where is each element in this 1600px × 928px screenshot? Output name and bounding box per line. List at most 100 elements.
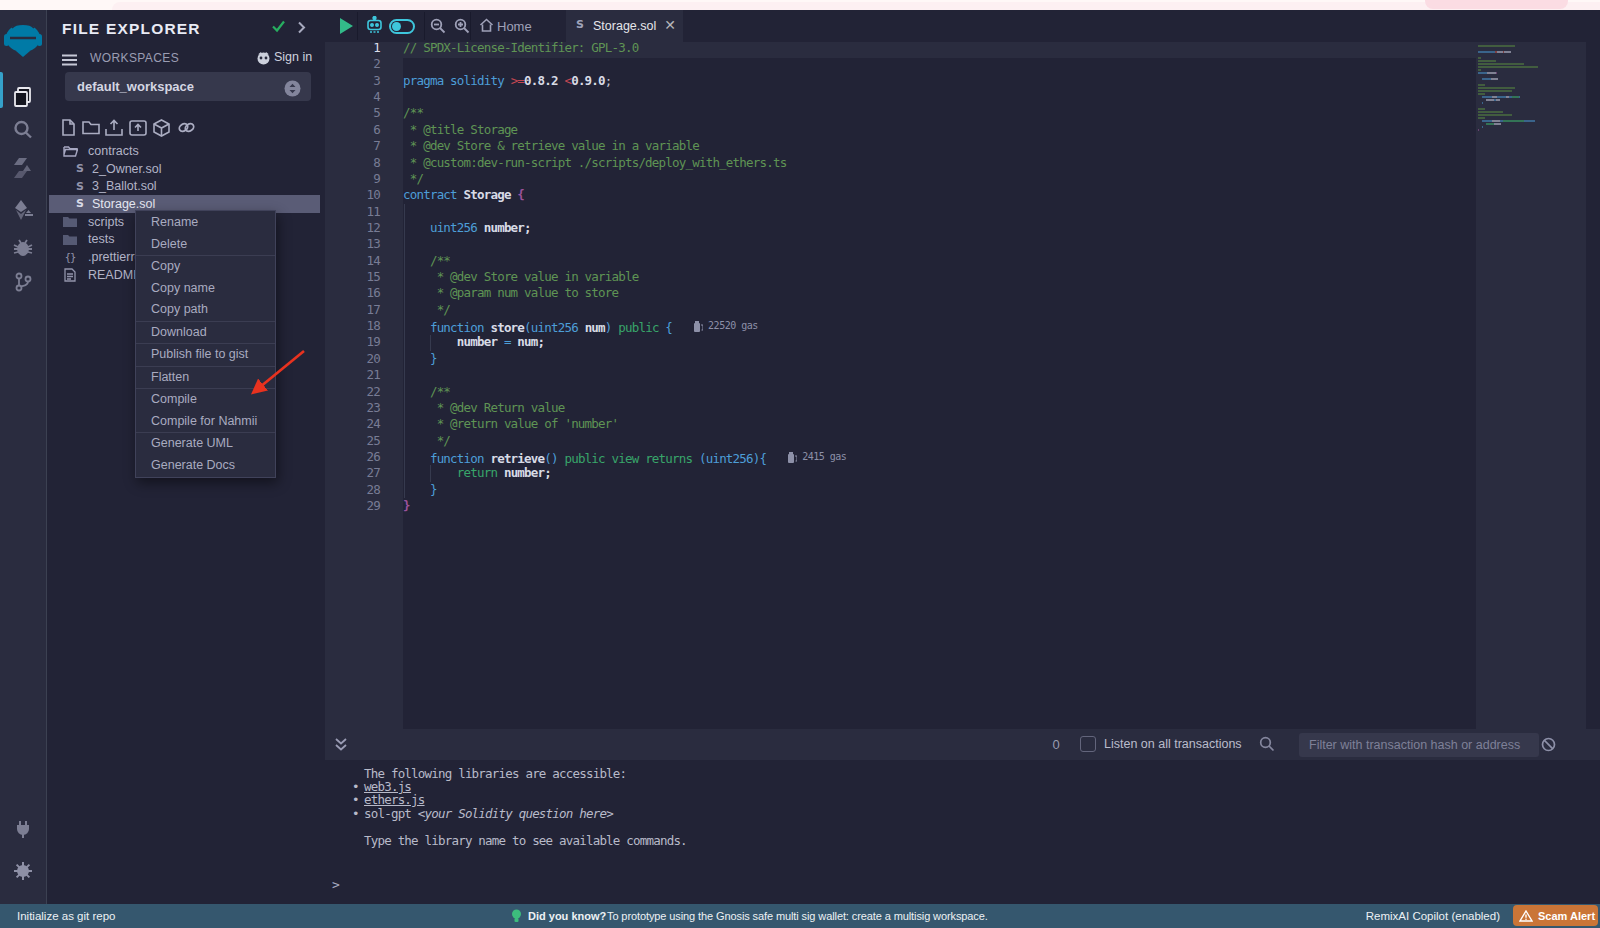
menu-item-delete[interactable]: Delete xyxy=(136,234,275,256)
terminal-search-icon xyxy=(1259,736,1275,756)
git-icon[interactable] xyxy=(0,271,46,293)
browser-pink-tab xyxy=(1425,0,1568,9)
git-init-button[interactable]: Initialize as git repo xyxy=(17,910,115,922)
line-number: 7 xyxy=(325,138,380,154)
file-explorer-icon[interactable] xyxy=(0,85,46,109)
folder-icon xyxy=(62,216,78,227)
terminal-prompt[interactable]: > xyxy=(332,877,340,892)
line-number: 19 xyxy=(325,334,380,350)
transaction-filter-input[interactable] xyxy=(1299,733,1539,757)
tree-item-label: 3_Ballot.sol xyxy=(92,179,157,193)
menu-item-copy-path[interactable]: Copy path xyxy=(136,299,275,321)
menu-item-generate-uml[interactable]: Generate UML xyxy=(136,433,275,455)
solidity-file-icon: S xyxy=(576,18,584,31)
link-icon[interactable] xyxy=(177,119,196,140)
zoom-out-icon[interactable] xyxy=(430,18,446,38)
menu-item-compile-for-nahmii[interactable]: Compile for Nahmii xyxy=(136,411,275,433)
line-number: 25 xyxy=(325,433,380,449)
code-line-16: * @param num value to store xyxy=(403,285,846,301)
minimap[interactable] xyxy=(1478,45,1538,132)
line-number: 11 xyxy=(325,204,380,220)
tab-close-icon[interactable]: ✕ xyxy=(664,17,676,33)
editor-tabbar: Home S Storage.sol ✕ xyxy=(325,10,1600,42)
panel-chevron-right-icon[interactable] xyxy=(297,20,306,38)
home-tab-icon[interactable] xyxy=(479,18,494,37)
line-number: 27 xyxy=(325,465,380,481)
menu-item-rename[interactable]: Rename xyxy=(136,212,275,234)
terminal-line xyxy=(364,820,687,833)
code-line-7: * @dev Store & retrieve value in a varia… xyxy=(403,138,846,154)
panel-title: FILE EXPLORER xyxy=(62,20,201,38)
code-content[interactable]: // SPDX-License-Identifier: GPL-3.0pragm… xyxy=(403,42,846,514)
new-file-icon[interactable] xyxy=(61,119,76,140)
menu-item-generate-docs[interactable]: Generate Docs xyxy=(136,455,275,477)
annotation-arrow xyxy=(238,340,318,410)
terminal-header: 0 Listen on all transactions xyxy=(325,729,1600,760)
code-line-5: /** xyxy=(403,105,846,121)
line-number: 22 xyxy=(325,384,380,400)
terminal-expand-icon[interactable] xyxy=(334,737,348,756)
code-line-13 xyxy=(403,236,846,252)
remix-logo-icon[interactable] xyxy=(0,22,46,58)
upload-folder-icon[interactable] xyxy=(129,119,147,140)
workspace-dropdown-icon[interactable] xyxy=(284,80,301,101)
terminal-line: The following libraries are accessible: xyxy=(364,767,687,780)
code-line-19: number = num; xyxy=(403,334,846,350)
ai-robot-icon[interactable] xyxy=(365,16,384,39)
line-number: 1 xyxy=(325,42,380,56)
listen-label[interactable]: Listen on all transactions xyxy=(1104,737,1242,751)
zoom-in-icon[interactable] xyxy=(454,18,470,38)
search-plugin-icon[interactable] xyxy=(0,119,46,141)
new-folder-icon[interactable] xyxy=(82,119,100,139)
code-line-24: * @return value of 'number' xyxy=(403,416,846,432)
debugger-icon[interactable] xyxy=(0,236,46,258)
listen-checkbox[interactable] xyxy=(1080,736,1096,752)
minimap-slider[interactable] xyxy=(1476,42,1586,729)
run-script-button[interactable] xyxy=(340,18,353,34)
solidity-compiler-icon[interactable] xyxy=(0,157,46,179)
line-number: 13 xyxy=(325,236,380,252)
copilot-status[interactable]: RemixAI Copilot (enabled) xyxy=(1366,910,1500,922)
deploy-run-icon[interactable] xyxy=(0,198,46,222)
check-icon[interactable] xyxy=(271,19,286,37)
lightbulb-icon xyxy=(511,909,522,927)
tree-item-3-ballot-sol[interactable]: S 3_Ballot.sol xyxy=(49,177,320,195)
scam-alert-badge[interactable]: Scam Alert xyxy=(1513,905,1598,926)
code-line-10: contract Storage { xyxy=(403,187,846,203)
line-number: 24 xyxy=(325,416,380,432)
sign-in-button[interactable]: Sign in xyxy=(274,50,312,64)
line-number: 16 xyxy=(325,285,380,301)
menu-item-copy-name[interactable]: Copy name xyxy=(136,278,275,300)
ipfs-cube-icon[interactable] xyxy=(153,119,170,141)
copilot-toggle[interactable] xyxy=(389,19,415,34)
tab-storage-sol[interactable]: S Storage.sol ✕ xyxy=(566,10,683,42)
tab-label: Storage.sol xyxy=(593,19,656,33)
code-line-21 xyxy=(403,367,846,383)
menu-item-copy[interactable]: Copy xyxy=(136,256,275,278)
tree-item-2-owner-sol[interactable]: S2_Owner.sol xyxy=(49,160,320,178)
gas-estimate-badge: 22520 gas xyxy=(694,318,758,334)
browser-band xyxy=(112,2,1600,10)
workspace-selected-name: default_workspace xyxy=(77,79,194,94)
code-line-11 xyxy=(403,204,846,220)
settings-gear-icon[interactable] xyxy=(0,860,46,882)
line-number: 23 xyxy=(325,400,380,416)
line-number: 15 xyxy=(325,269,380,285)
workspaces-menu-icon[interactable] xyxy=(62,52,77,70)
sol-icon: S xyxy=(72,180,88,193)
tree-item-contracts[interactable]: contracts xyxy=(49,142,320,160)
terminal-line: •web3.js xyxy=(364,780,687,793)
line-number: 3 xyxy=(325,73,380,89)
upload-file-icon[interactable] xyxy=(105,119,123,140)
home-tab[interactable]: Home xyxy=(497,19,532,34)
gas-estimate-badge: 2415 gas xyxy=(788,449,846,465)
code-line-28: } xyxy=(403,482,846,498)
code-editor[interactable]: 1234567891011121314151617181920212223242… xyxy=(325,42,1600,729)
code-line-18: function store(uint256 num) public {2252… xyxy=(403,318,846,334)
line-number: 29 xyxy=(325,498,380,514)
terminal-output[interactable]: The following libraries are accessible:•… xyxy=(325,760,1600,904)
code-line-1: // SPDX-License-Identifier: GPL-3.0 xyxy=(403,42,846,56)
plugin-manager-icon[interactable] xyxy=(0,818,46,840)
clear-terminal-icon[interactable] xyxy=(1541,737,1556,756)
line-number: 9 xyxy=(325,171,380,187)
